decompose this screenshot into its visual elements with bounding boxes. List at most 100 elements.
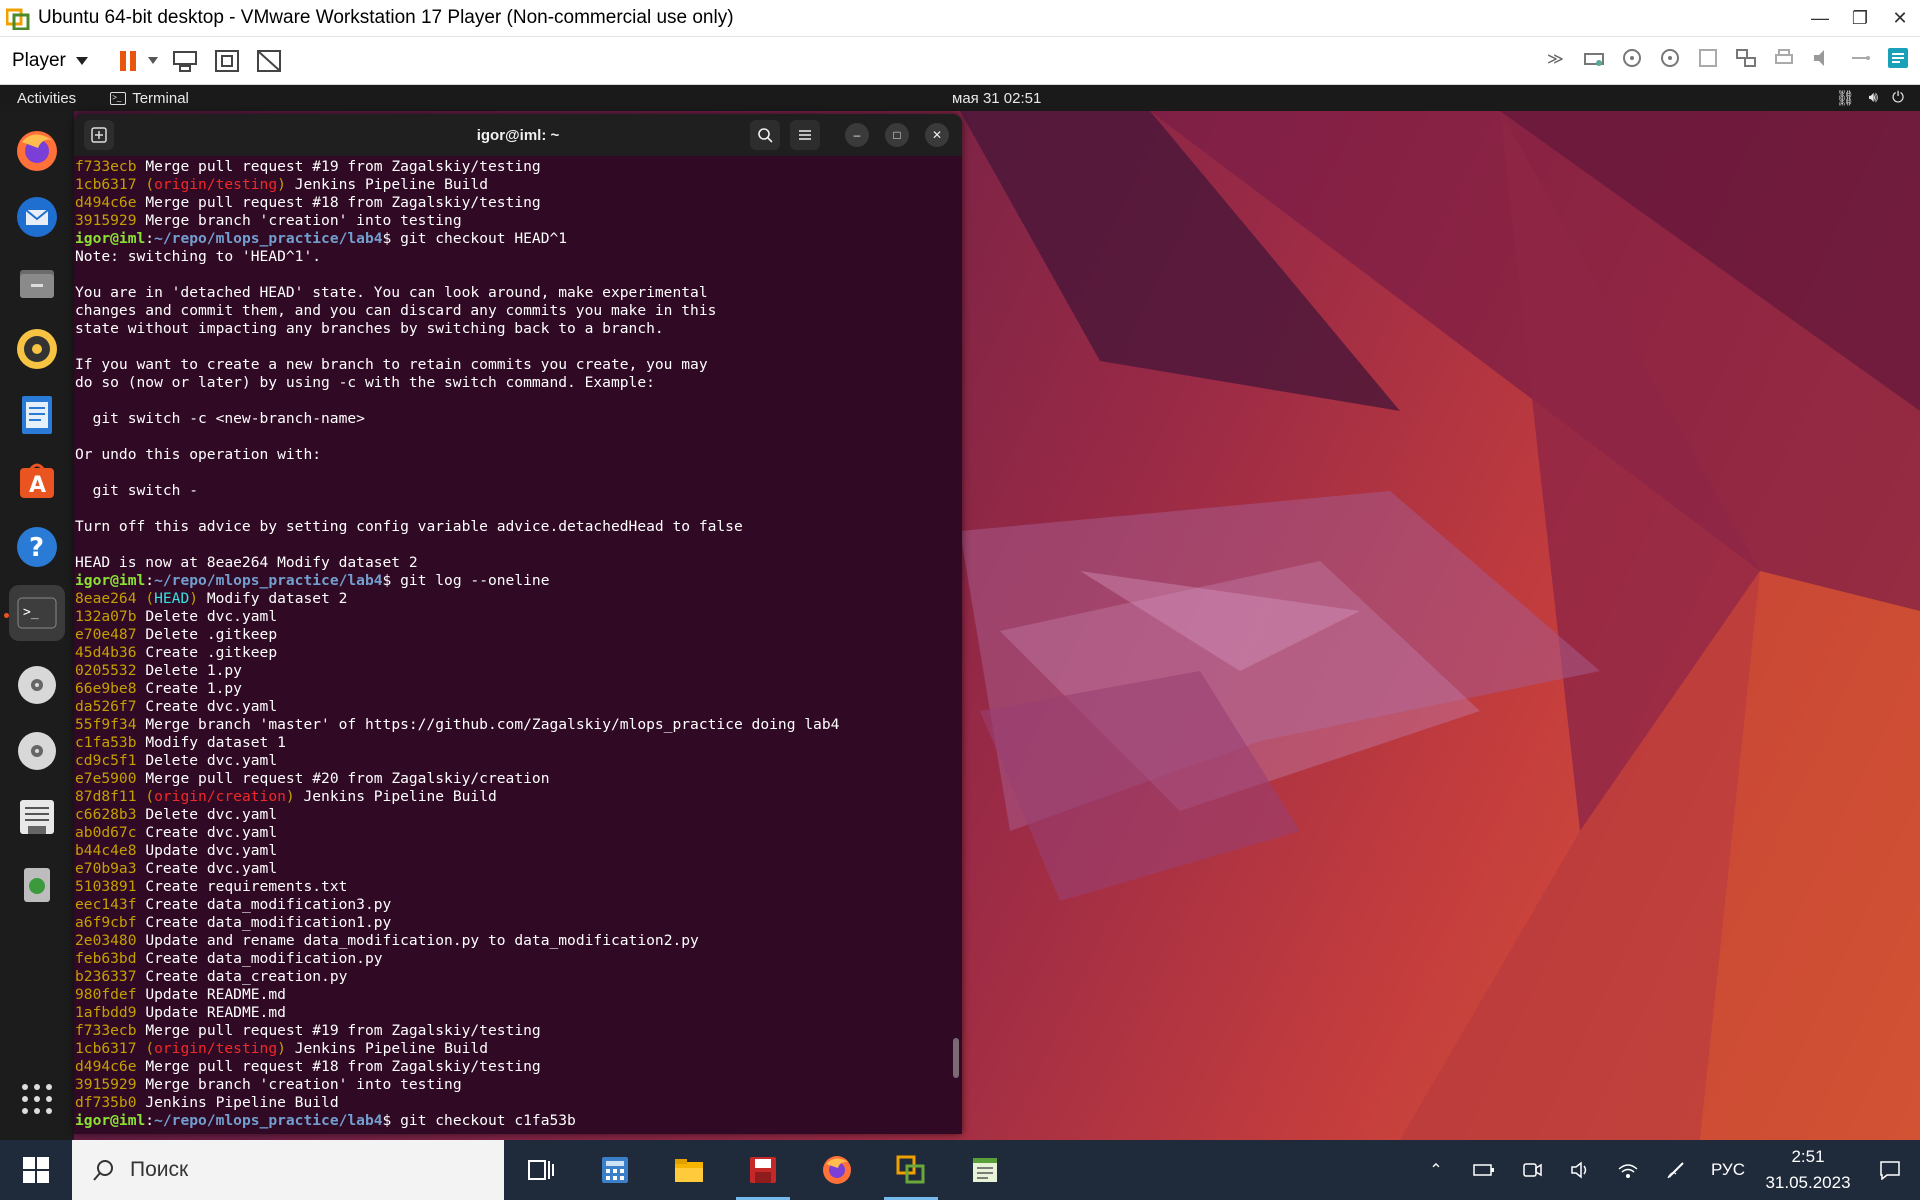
- restore-button[interactable]: ❐: [1840, 0, 1880, 37]
- notification-icon[interactable]: [1860, 1160, 1920, 1180]
- terminal-maximize-button[interactable]: □: [885, 123, 909, 147]
- activities-button[interactable]: Activities: [17, 90, 76, 107]
- hard-disk-icon[interactable]: [1582, 46, 1606, 70]
- datetime[interactable]: 2:51 31.05.2023: [1756, 1144, 1860, 1196]
- cd-dvd-icon[interactable]: [1658, 46, 1682, 70]
- dvd-drive-dock-icon[interactable]: [9, 723, 65, 779]
- dvd-drive-dock-icon[interactable]: [9, 657, 65, 713]
- new-tab-button[interactable]: [84, 120, 114, 150]
- sound-card-icon[interactable]: [1810, 46, 1834, 70]
- network-adapter-icon[interactable]: [1734, 46, 1758, 70]
- message-log-icon[interactable]: [1886, 46, 1910, 70]
- output-text: Note: switching to 'HEAD^1'.: [75, 248, 322, 265]
- terminal-output-line: changes and commit them, and you can dis…: [75, 302, 962, 320]
- calculator-icon[interactable]: [578, 1140, 652, 1200]
- more-devices-icon[interactable]: ≫: [1544, 46, 1568, 70]
- terminal-title: igor@iml: ~: [476, 126, 560, 144]
- git-log-line: cd9c5f1 Delete dvc.yaml: [75, 752, 962, 770]
- windows-logo-icon: [23, 1157, 49, 1183]
- search-button[interactable]: [750, 120, 780, 150]
- power-icon[interactable]: ⏻: [1892, 89, 1904, 107]
- commit-hash: f733ecb: [75, 158, 137, 175]
- minimize-button[interactable]: —: [1800, 0, 1840, 37]
- unity-icon[interactable]: [254, 46, 284, 76]
- send-ctrl-alt-del-icon[interactable]: [170, 46, 200, 76]
- system-tray: ⌃ РУС 2:51 31.05.2023: [1412, 1140, 1920, 1200]
- network-icon[interactable]: ⛓: [1836, 89, 1855, 107]
- libreoffice-writer-dock-icon[interactable]: [9, 387, 65, 443]
- app-menu-terminal[interactable]: >_ Terminal: [110, 90, 189, 107]
- git-log-line: b44c4e8 Update dvc.yaml: [75, 842, 962, 860]
- ubuntu-software-dock-icon[interactable]: A: [9, 453, 65, 509]
- notepad-icon[interactable]: [948, 1140, 1022, 1200]
- output-text: do so (now or later) by using -c with th…: [75, 374, 655, 391]
- close-button[interactable]: ✕: [1880, 0, 1920, 37]
- commit-hash: e70b9a3: [75, 860, 137, 877]
- windows-start-button[interactable]: [0, 1140, 72, 1200]
- battery-icon[interactable]: [1460, 1163, 1508, 1177]
- files-dock-icon[interactable]: [9, 255, 65, 311]
- vmware-toolbar: Player ≫: [0, 37, 1920, 85]
- terminal-close-button[interactable]: ✕: [925, 123, 949, 147]
- pause-dropdown-icon[interactable]: [147, 57, 158, 64]
- volume-icon[interactable]: 🔊︎: [1869, 89, 1878, 107]
- commit-hash: 5103891: [75, 878, 137, 895]
- wifi-icon[interactable]: [1604, 1161, 1652, 1179]
- terminal-output[interactable]: f733ecb Merge pull request #19 from Zaga…: [74, 156, 962, 1130]
- window-title: Ubuntu 64-bit desktop - VMware Workstati…: [38, 7, 734, 28]
- terminal-output-line: state without impacting any branches by …: [75, 320, 962, 338]
- git-log-line: e70e487 Delete .gitkeep: [75, 626, 962, 644]
- cd-dvd-icon[interactable]: [1620, 46, 1644, 70]
- terminal-output-line: You are in 'detached HEAD' state. You ca…: [75, 284, 962, 302]
- terminal-scrollbar[interactable]: [953, 1038, 959, 1078]
- save-app-icon[interactable]: [726, 1140, 800, 1200]
- prompt-path: ~/repo/mlops_practice/lab4: [154, 572, 383, 589]
- git-log-line: 45d4b36 Create .gitkeep: [75, 644, 962, 662]
- prompt-symbol: $: [382, 1112, 401, 1129]
- trash-dock-icon[interactable]: [9, 855, 65, 911]
- hamburger-menu-button[interactable]: [790, 120, 820, 150]
- task-view-icon[interactable]: [504, 1140, 578, 1200]
- rhythmbox-dock-icon[interactable]: [9, 321, 65, 377]
- git-log-line: feb63bd Create data_modification.py: [75, 950, 962, 968]
- git-log-line: 5103891 Create requirements.txt: [75, 878, 962, 896]
- git-log-line: 3915929 Merge branch 'creation' into tes…: [75, 212, 962, 230]
- commit-message: Delete .gitkeep: [145, 626, 278, 643]
- taskbar-search-box[interactable]: Поиск: [72, 1140, 504, 1200]
- pause-icon[interactable]: [114, 46, 144, 76]
- commit-message: Delete dvc.yaml: [145, 806, 278, 823]
- commit-message: Jenkins Pipeline Build: [294, 176, 488, 193]
- ref-paren: ): [277, 176, 295, 193]
- pen-icon[interactable]: [1652, 1160, 1700, 1180]
- show-apps-icon[interactable]: [9, 1071, 65, 1127]
- printer-icon[interactable]: [1772, 46, 1796, 70]
- git-log-line: a6f9cbf Create data_modification1.py: [75, 914, 962, 932]
- commit-message: Delete dvc.yaml: [145, 608, 278, 625]
- file-explorer-icon[interactable]: [652, 1140, 726, 1200]
- input-language[interactable]: РУС: [1700, 1160, 1756, 1180]
- terminal-output-line: Turn off this advice by setting config v…: [75, 518, 962, 536]
- help-dock-icon[interactable]: ?: [9, 519, 65, 575]
- terminal-dock-icon[interactable]: >_: [9, 585, 65, 641]
- camera-icon[interactable]: [1508, 1161, 1556, 1179]
- player-menu[interactable]: Player: [12, 50, 88, 72]
- chevron-down-icon: [75, 56, 88, 65]
- full-screen-icon[interactable]: [212, 46, 242, 76]
- firefox-dock-icon[interactable]: [9, 123, 65, 179]
- commit-message: Update README.md: [145, 1004, 286, 1021]
- volume-icon[interactable]: [1556, 1161, 1604, 1179]
- firefox-icon[interactable]: [800, 1140, 874, 1200]
- text-document-dock-icon[interactable]: [9, 789, 65, 845]
- thunderbird-dock-icon[interactable]: [9, 189, 65, 245]
- clock[interactable]: мая 31 02:51: [952, 90, 1041, 107]
- usb-icon[interactable]: [1848, 46, 1872, 70]
- git-log-line: b236337 Create data_creation.py: [75, 968, 962, 986]
- commit-hash: 3915929: [75, 212, 137, 229]
- chevron-up-icon[interactable]: ⌃: [1412, 1160, 1460, 1180]
- terminal-header-bar[interactable]: igor@iml: ~ – □ ✕: [74, 114, 962, 156]
- vmware-icon[interactable]: [874, 1140, 948, 1200]
- terminal-window[interactable]: igor@iml: ~ – □ ✕ f733ecb Merge pull req…: [74, 114, 962, 1134]
- terminal-minimize-button[interactable]: –: [845, 123, 869, 147]
- floppy-icon[interactable]: [1696, 46, 1720, 70]
